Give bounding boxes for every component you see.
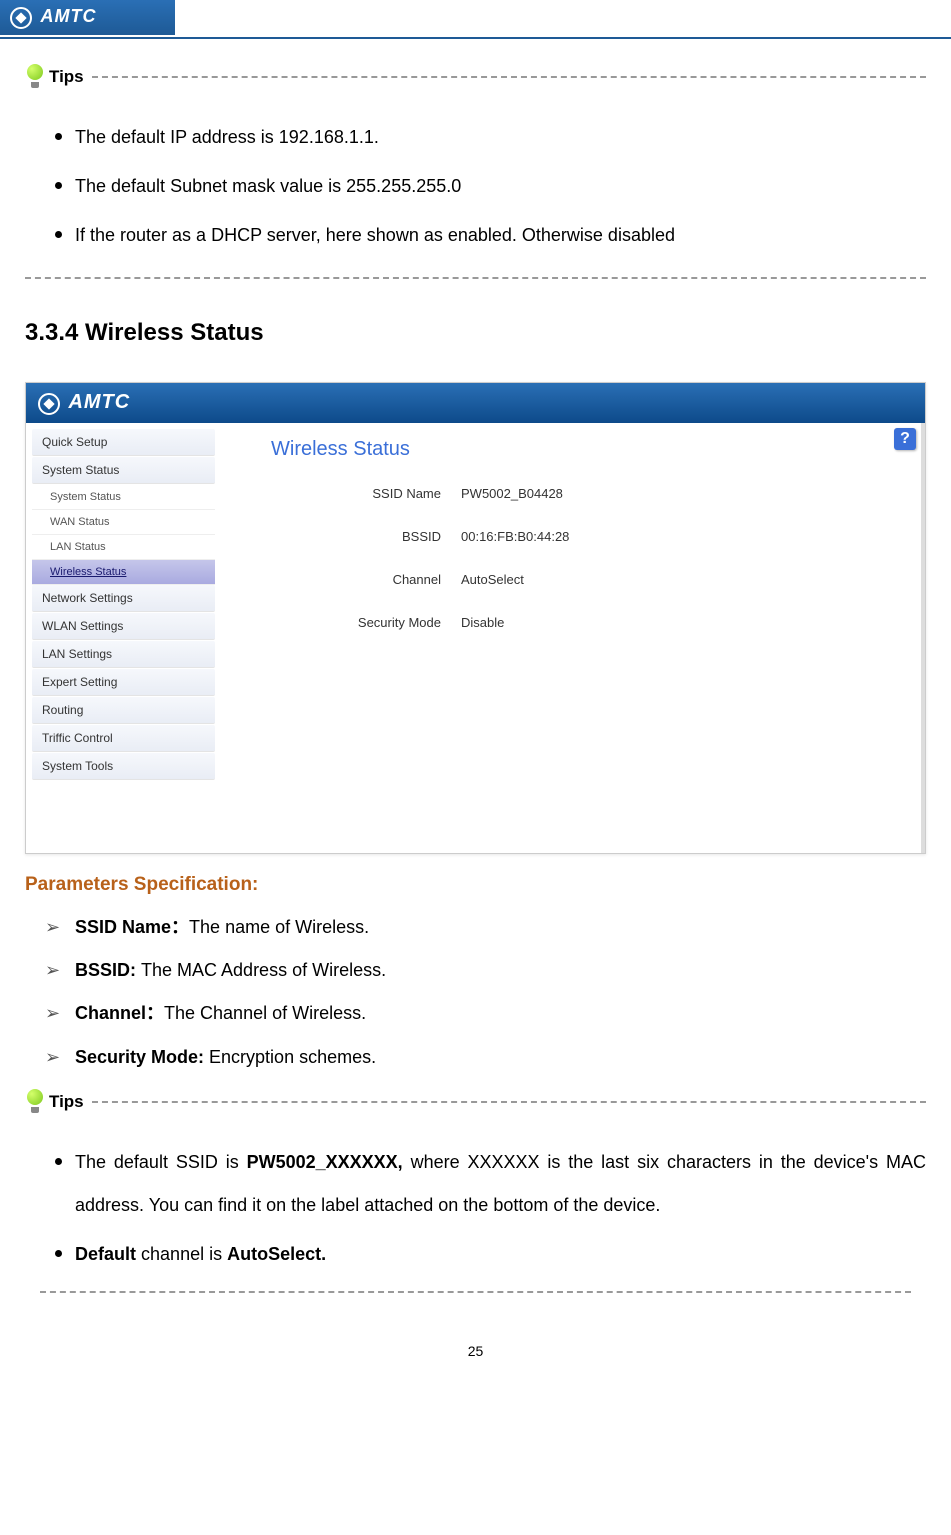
header-divider bbox=[0, 37, 951, 39]
page-number: 25 bbox=[0, 1343, 951, 1379]
list-item: The default IP address is 192.168.1.1. bbox=[75, 110, 926, 159]
ui-brand-text: AMTC bbox=[68, 391, 130, 413]
sidebar-item-expert-setting[interactable]: Expert Setting bbox=[32, 669, 215, 696]
tip-text: channel is bbox=[141, 1244, 227, 1264]
brand-icon bbox=[38, 393, 60, 415]
list-item: Channel：The Channel of Wireless. bbox=[45, 992, 926, 1035]
sidebar-item-lan-settings[interactable]: LAN Settings bbox=[32, 641, 215, 668]
tips-header-2: Tips bbox=[25, 1089, 926, 1115]
status-value: Disable bbox=[461, 615, 504, 630]
dashed-line bbox=[92, 1101, 926, 1103]
list-item: The default Subnet mask value is 255.255… bbox=[75, 159, 926, 208]
sidebar-sub-lan-status[interactable]: LAN Status bbox=[32, 535, 215, 560]
params-title: Parameters Specification: bbox=[25, 874, 926, 896]
sidebar-item-routing[interactable]: Routing bbox=[32, 697, 215, 724]
tip-text-bold: PW5002_XXXXXX, bbox=[247, 1152, 403, 1172]
help-icon[interactable]: ? bbox=[894, 428, 916, 450]
list-item: The default SSID is PW5002_XXXXXX, where… bbox=[75, 1135, 926, 1227]
status-row: BSSID 00:16:FB:B0:44:28 bbox=[241, 529, 901, 544]
tips-list-2: The default SSID is PW5002_XXXXXX, where… bbox=[25, 1135, 926, 1277]
status-label: BSSID bbox=[241, 529, 461, 544]
page-brand-header: AMTC bbox=[0, 0, 175, 35]
panel-title: Wireless Status bbox=[271, 438, 901, 461]
sidebar-item-wlan-settings[interactable]: WLAN Settings bbox=[32, 613, 215, 640]
ui-header: AMTC bbox=[26, 383, 925, 423]
tips-header-1: Tips bbox=[25, 64, 926, 90]
list-item: Default channel is AutoSelect. bbox=[75, 1227, 926, 1276]
dashed-line bbox=[92, 76, 926, 78]
list-item: Security Mode: Encryption schemes. bbox=[45, 1036, 926, 1079]
param-desc: Encryption schemes. bbox=[209, 1047, 376, 1067]
dashed-line bbox=[25, 277, 926, 279]
tip-text-bold: AutoSelect. bbox=[227, 1244, 326, 1264]
brand-text: AMTC bbox=[40, 6, 96, 26]
section-title: 3.3.4 Wireless Status bbox=[25, 319, 926, 347]
sidebar-sub-wan-status[interactable]: WAN Status bbox=[32, 510, 215, 535]
status-value: PW5002_B04428 bbox=[461, 486, 563, 501]
status-row: Security Mode Disable bbox=[241, 615, 901, 630]
status-row: Channel AutoSelect bbox=[241, 572, 901, 587]
status-row: SSID Name PW5002_B04428 bbox=[241, 486, 901, 501]
status-label: Security Mode bbox=[241, 615, 461, 630]
param-desc: The name of Wireless. bbox=[189, 917, 369, 937]
lightbulb-icon bbox=[25, 1089, 45, 1115]
ui-sidebar: Quick Setup System Status System Status … bbox=[26, 423, 221, 853]
sidebar-item-quick-setup[interactable]: Quick Setup bbox=[32, 429, 215, 456]
status-value: AutoSelect bbox=[461, 572, 524, 587]
tips-label: Tips bbox=[49, 67, 84, 87]
tips-list-1: The default IP address is 192.168.1.1. T… bbox=[25, 110, 926, 258]
sidebar-item-traffic-control[interactable]: Triffic Control bbox=[32, 725, 215, 752]
status-label: SSID Name bbox=[241, 486, 461, 501]
sidebar-item-system-tools[interactable]: System Tools bbox=[32, 753, 215, 780]
status-label: Channel bbox=[241, 572, 461, 587]
param-label: Channel： bbox=[75, 1003, 164, 1023]
params-list: SSID Name：The name of Wireless. BSSID: T… bbox=[25, 906, 926, 1079]
sidebar-sub-wireless-status[interactable]: Wireless Status bbox=[32, 560, 215, 585]
list-item: SSID Name：The name of Wireless. bbox=[45, 906, 926, 949]
param-label: SSID Name： bbox=[75, 917, 189, 937]
param-label: BSSID: bbox=[75, 960, 141, 980]
status-value: 00:16:FB:B0:44:28 bbox=[461, 529, 569, 544]
param-label: Security Mode: bbox=[75, 1047, 209, 1067]
lightbulb-icon bbox=[25, 64, 45, 90]
tip-text-bold: Default bbox=[75, 1244, 136, 1264]
ui-main-panel: ? Wireless Status SSID Name PW5002_B0442… bbox=[221, 423, 925, 853]
param-desc: The Channel of Wireless. bbox=[164, 1003, 366, 1023]
param-desc: The MAC Address of Wireless. bbox=[141, 960, 386, 980]
dashed-line bbox=[40, 1291, 911, 1293]
list-item: If the router as a DHCP server, here sho… bbox=[75, 208, 926, 257]
tip-text: The default SSID is bbox=[75, 1152, 247, 1172]
tips-label: Tips bbox=[49, 1092, 84, 1112]
brand-icon bbox=[10, 7, 32, 29]
router-ui-screenshot: AMTC Quick Setup System Status System St… bbox=[25, 382, 926, 854]
list-item: BSSID: The MAC Address of Wireless. bbox=[45, 949, 926, 992]
sidebar-item-system-status[interactable]: System Status bbox=[32, 457, 215, 484]
sidebar-sub-system-status[interactable]: System Status bbox=[32, 485, 215, 510]
sidebar-item-network-settings[interactable]: Network Settings bbox=[32, 585, 215, 612]
